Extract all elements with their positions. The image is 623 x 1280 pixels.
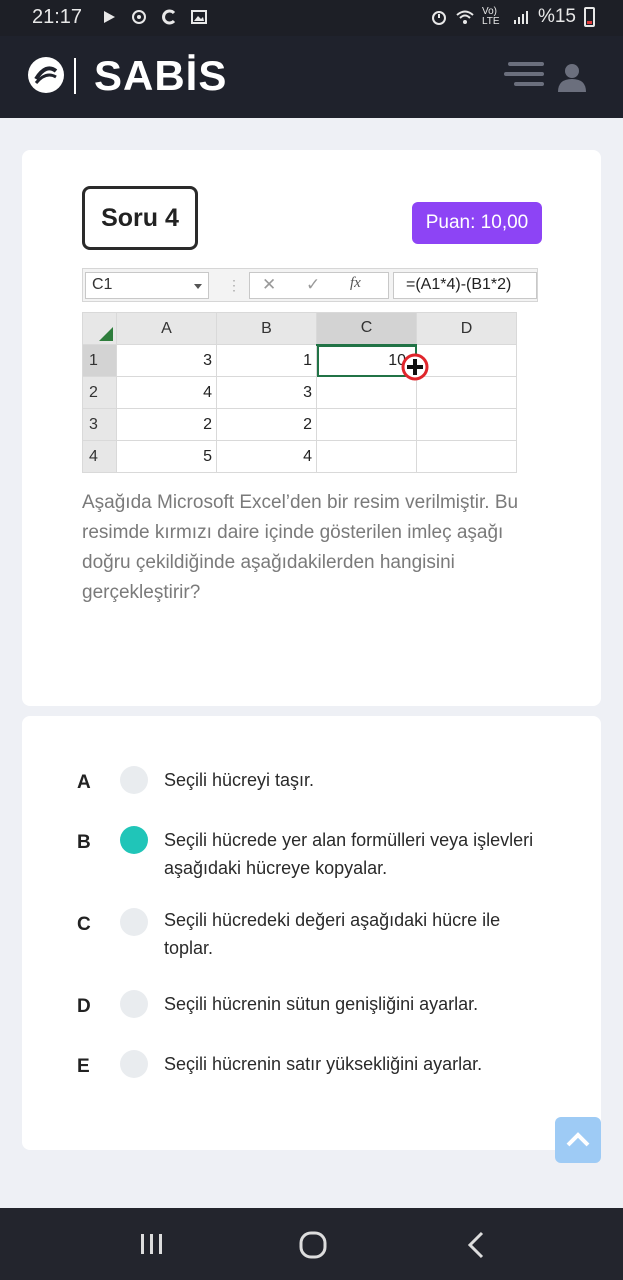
cell: 2 bbox=[216, 408, 317, 441]
fx-icon: fx bbox=[350, 275, 361, 291]
sync-icon bbox=[132, 10, 146, 24]
row-header: 2 bbox=[82, 376, 117, 409]
col-header: C bbox=[316, 312, 417, 346]
option-letter: B bbox=[77, 832, 91, 853]
option-letter: C bbox=[77, 914, 91, 935]
system-indicators: Vo) LTE %15 bbox=[430, 6, 595, 28]
home-icon[interactable] bbox=[298, 1230, 328, 1260]
check-icon: ✓ bbox=[306, 275, 321, 294]
image-icon bbox=[191, 10, 207, 24]
select-all-corner bbox=[82, 312, 117, 345]
excel-image: C1 ⋮ ✕ ✓ fx =(A1*4)-(B1*2) A B C D 1 3 1… bbox=[82, 268, 538, 478]
option-text: Seçili hücrenin sütun genişliğini ayarla… bbox=[164, 994, 479, 1014]
scroll-top-button[interactable] bbox=[555, 1117, 601, 1163]
radio-button-selected[interactable] bbox=[120, 826, 148, 854]
play-icon bbox=[104, 11, 115, 23]
cell bbox=[316, 440, 417, 473]
cell: 3 bbox=[116, 344, 217, 377]
col-header: D bbox=[416, 312, 517, 345]
user-icon[interactable] bbox=[556, 62, 588, 92]
option-letter: A bbox=[77, 772, 91, 793]
formula-content: =(A1*4)-(B1*2) bbox=[393, 272, 537, 299]
name-box: C1 bbox=[85, 272, 209, 299]
notification-icons bbox=[100, 8, 208, 26]
alarm-icon bbox=[431, 11, 446, 25]
score-badge: Puan: 10,00 bbox=[412, 202, 542, 244]
cell: 5 bbox=[116, 440, 217, 473]
wifi-icon bbox=[456, 10, 474, 24]
answers-card: A Seçili hücreyi taşır. B Seçili hücrede… bbox=[22, 716, 601, 1150]
cancel-icon: ✕ bbox=[262, 275, 277, 294]
option-text: Seçili hücrenin satır yüksekliğini ayarl… bbox=[164, 1054, 483, 1074]
option-letter: D bbox=[77, 996, 91, 1017]
row-header: 3 bbox=[82, 408, 117, 441]
cell: 4 bbox=[216, 440, 317, 473]
battery-percent: %15 bbox=[537, 6, 576, 27]
fill-handle-cursor-icon bbox=[401, 353, 429, 381]
cell: 1 bbox=[216, 344, 317, 377]
sheet-grid: A B C D 1 3 1 10 2 4 3 3 2 2 4 5 4 bbox=[82, 312, 517, 473]
brand-logo[interactable]: SABİS bbox=[94, 52, 227, 100]
radio-button[interactable] bbox=[120, 908, 148, 936]
radio-button[interactable] bbox=[120, 766, 148, 794]
option-text: Seçili hücredeki değeri aşağıdaki hücre … bbox=[164, 910, 501, 958]
cell bbox=[416, 440, 517, 473]
option-letter: E bbox=[77, 1056, 90, 1077]
c-icon bbox=[162, 9, 176, 25]
cell: 4 bbox=[116, 376, 217, 409]
clock: 21:17 bbox=[32, 6, 83, 28]
name-box-value: C1 bbox=[92, 276, 113, 293]
back-icon[interactable] bbox=[464, 1230, 488, 1260]
chevron-down-icon bbox=[194, 284, 202, 289]
formula-buttons: ✕ ✓ fx bbox=[249, 272, 389, 299]
option-text: Seçili hücreyi taşır. bbox=[164, 770, 315, 790]
question-number: Soru 4 bbox=[82, 186, 198, 250]
more-icon: ⋮ bbox=[227, 277, 241, 293]
cell bbox=[416, 344, 517, 377]
radio-button[interactable] bbox=[120, 990, 148, 1018]
row-header: 1 bbox=[82, 344, 117, 377]
cell bbox=[316, 408, 417, 441]
question-text: Aşağıda Microsoft Excel’den bir resim ve… bbox=[82, 492, 519, 603]
cell bbox=[416, 408, 517, 441]
recent-apps-icon[interactable] bbox=[138, 1230, 166, 1258]
cell: 2 bbox=[116, 408, 217, 441]
formula-bar: C1 ⋮ ✕ ✓ fx =(A1*4)-(B1*2) bbox=[82, 268, 538, 302]
cell bbox=[416, 376, 517, 409]
radio-button[interactable] bbox=[120, 1050, 148, 1078]
app-header: SABİS bbox=[0, 36, 623, 118]
network-label: Vo) LTE bbox=[481, 6, 500, 27]
col-header: A bbox=[116, 312, 217, 345]
battery-icon bbox=[584, 7, 595, 27]
menu-icon[interactable] bbox=[504, 62, 544, 92]
chevron-up-icon bbox=[566, 1132, 590, 1147]
cell: 3 bbox=[216, 376, 317, 409]
col-header: B bbox=[216, 312, 317, 345]
row-header: 4 bbox=[82, 440, 117, 473]
option-text: Seçili hücrede yer alan formülleri veya … bbox=[164, 830, 534, 878]
signal-icon bbox=[513, 11, 528, 24]
system-nav-bar bbox=[0, 1208, 623, 1280]
logo-icon[interactable] bbox=[28, 57, 64, 93]
logo-divider bbox=[74, 58, 76, 94]
status-bar: 21:17 Vo) LTE %15 bbox=[0, 0, 623, 36]
question-card: Soru 4 Puan: 10,00 C1 ⋮ ✕ ✓ fx =(A1*4)-(… bbox=[22, 150, 601, 706]
